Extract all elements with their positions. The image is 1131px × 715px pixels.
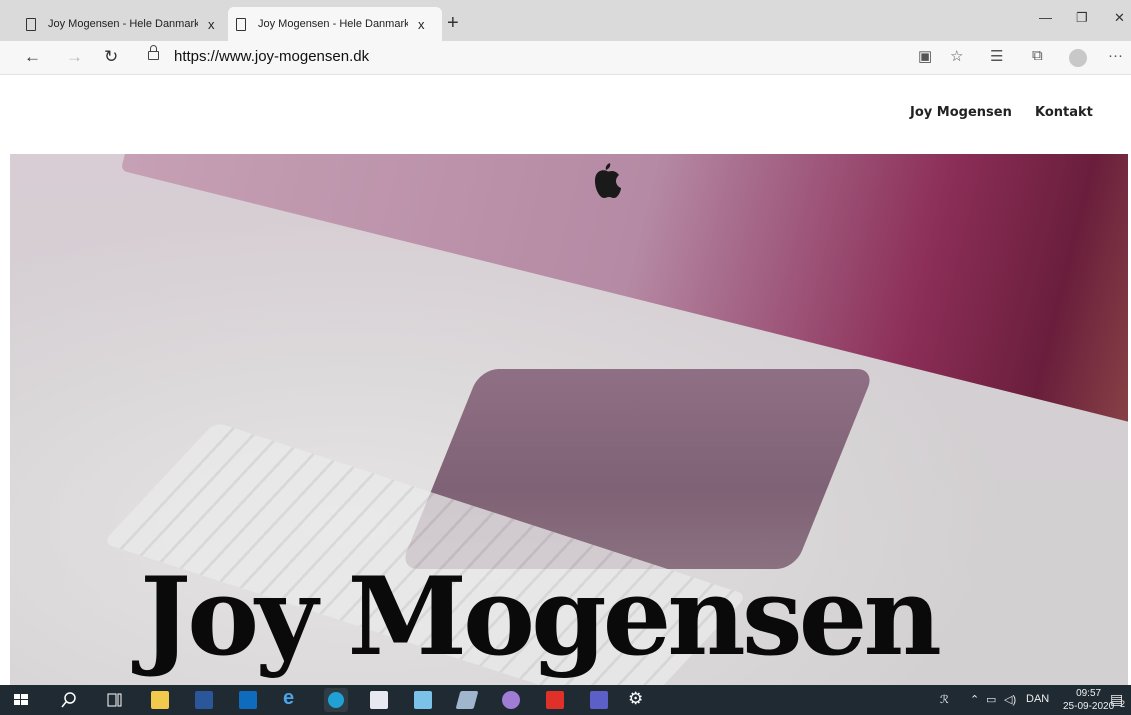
refresh-button[interactable]: ↻ bbox=[104, 47, 118, 67]
file-explorer-icon[interactable] bbox=[151, 691, 169, 709]
app-icon-4[interactable] bbox=[502, 691, 520, 709]
page-icon bbox=[26, 17, 36, 31]
restore-button[interactable]: ❐ bbox=[1076, 10, 1088, 26]
back-button[interactable]: ← bbox=[24, 47, 41, 67]
browser-tab-1[interactable]: Joy Mogensen - Hele Danmarks x bbox=[18, 7, 228, 41]
minimize-button[interactable]: — bbox=[1039, 10, 1052, 25]
start-icon[interactable] bbox=[12, 691, 30, 709]
edge-icon[interactable] bbox=[324, 688, 348, 712]
page-icon bbox=[236, 17, 246, 31]
outlook-icon[interactable] bbox=[239, 691, 257, 709]
favorite-star-icon[interactable]: ☆ bbox=[950, 47, 963, 65]
search-icon[interactable] bbox=[60, 691, 78, 709]
more-menu-icon[interactable]: ··· bbox=[1108, 47, 1123, 64]
site-header: Joy Mogensen Kontakt bbox=[0, 75, 1131, 154]
teams-icon[interactable] bbox=[590, 691, 608, 709]
people-icon[interactable]: ℛ bbox=[940, 693, 949, 706]
tab-title: Joy Mogensen - Hele Danmarks bbox=[258, 18, 408, 30]
profile-avatar-icon[interactable] bbox=[1069, 49, 1087, 67]
nav-link-kontakt[interactable]: Kontakt bbox=[1035, 105, 1093, 120]
windows-taskbar: e ⚙ ℛ ⌃ ▭ ◁) DAN 09:57 25-09-2020 ▤ 2 bbox=[0, 685, 1131, 715]
forward-button[interactable]: → bbox=[66, 47, 83, 67]
clock-time: 09:57 bbox=[1076, 688, 1102, 699]
system-clock[interactable]: 09:57 25-09-2020 bbox=[1063, 687, 1114, 713]
favorites-list-icon[interactable]: ☰ bbox=[990, 47, 1003, 65]
collections-icon[interactable]: ⧉ bbox=[1032, 47, 1043, 64]
hero-banner: Joy Mogensen bbox=[10, 154, 1128, 685]
nav-link-joy-mogensen[interactable]: Joy Mogensen bbox=[910, 105, 1012, 120]
clock-date: 25-09-2020 bbox=[1063, 701, 1115, 712]
address-bar-url[interactable]: https://www.joy-mogensen.dk bbox=[174, 48, 369, 65]
app-icon-3[interactable] bbox=[455, 691, 479, 709]
hero-title: Joy Mogensen bbox=[140, 554, 942, 680]
reader-view-icon[interactable]: ▣ bbox=[918, 47, 932, 65]
new-tab-button[interactable]: + bbox=[447, 13, 459, 33]
close-window-button[interactable]: ✕ bbox=[1114, 10, 1125, 26]
close-tab-icon[interactable]: x bbox=[208, 17, 215, 32]
browser-toolbar: ← → ↻ https://www.joy-mogensen.dk ▣ ☆ ☰ … bbox=[0, 41, 1131, 75]
browser-tab-strip: Joy Mogensen - Hele Danmarks x Joy Mogen… bbox=[0, 0, 1131, 41]
lock-icon bbox=[148, 45, 159, 60]
word-icon[interactable] bbox=[195, 691, 213, 709]
settings-icon[interactable]: ⚙ bbox=[628, 689, 646, 708]
browser-tab-2-active[interactable]: Joy Mogensen - Hele Danmarks x bbox=[228, 7, 442, 41]
internet-explorer-icon[interactable]: e bbox=[283, 687, 301, 709]
apple-logo-icon bbox=[595, 163, 621, 198]
language-indicator[interactable]: DAN bbox=[1026, 693, 1049, 705]
notification-count-badge: 2 bbox=[1120, 699, 1126, 709]
volume-icon[interactable]: ◁) bbox=[1004, 693, 1016, 706]
network-icon[interactable]: ▭ bbox=[986, 693, 996, 706]
app-icon[interactable] bbox=[370, 691, 388, 709]
close-tab-icon[interactable]: x bbox=[418, 17, 425, 32]
acrobat-icon[interactable] bbox=[546, 691, 564, 709]
task-view-icon[interactable] bbox=[106, 691, 124, 709]
app-icon-2[interactable] bbox=[414, 691, 432, 709]
show-hidden-icons-icon[interactable]: ⌃ bbox=[970, 693, 979, 706]
tab-title: Joy Mogensen - Hele Danmarks bbox=[48, 18, 198, 30]
